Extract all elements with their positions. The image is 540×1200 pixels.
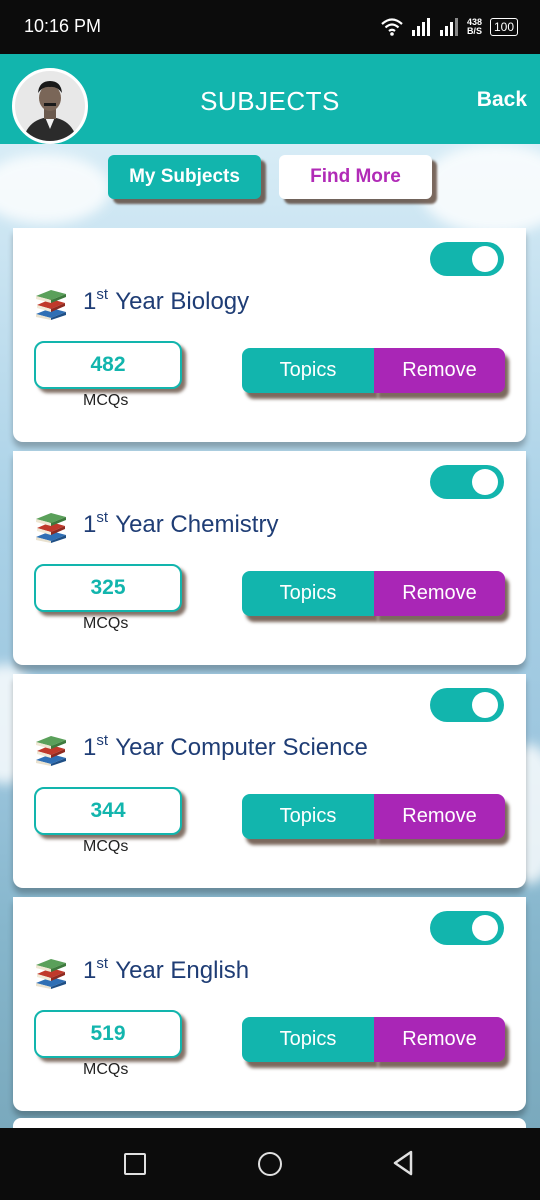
back-triangle-icon[interactable] <box>392 1150 414 1176</box>
app-header: SUBJECTS Back <box>0 54 540 144</box>
tab-find-more[interactable]: Find More <box>279 155 432 199</box>
subject-title: Year English <box>115 957 250 984</box>
system-nav-bar <box>0 1128 540 1200</box>
status-bar: 10:16 PM 438 B/S 100 <box>0 0 540 54</box>
subject-year-suffix: st <box>96 286 109 303</box>
topics-button[interactable]: Topics <box>242 571 374 616</box>
net-speed: 438 B/S <box>467 18 482 36</box>
status-time: 10:16 PM <box>24 16 102 36</box>
remove-button[interactable]: Remove <box>374 348 505 393</box>
signal-icon-2 <box>439 18 458 36</box>
topics-button[interactable]: Topics <box>242 348 374 393</box>
back-button[interactable]: Back <box>477 88 527 112</box>
subject-year: 1 <box>83 511 97 538</box>
mcq-count-badge: 325 <box>34 564 182 612</box>
subject-title: Year Chemistry <box>115 511 279 538</box>
remove-button[interactable]: Remove <box>374 1017 505 1062</box>
subject-name: 1st Year Biology <box>83 286 249 316</box>
mcq-count-badge: 344 <box>34 787 182 835</box>
toggle-knob <box>472 469 498 495</box>
books-icon <box>36 959 66 989</box>
toggle-knob <box>472 246 498 272</box>
subject-year-suffix: st <box>96 509 109 526</box>
signal-icon <box>411 18 430 36</box>
mcq-count-label: MCQs <box>83 392 129 409</box>
battery-icon: 100 <box>489 18 518 36</box>
mcq-count-label: MCQs <box>83 838 129 855</box>
subject-name: 1st Year Chemistry <box>83 509 278 539</box>
subject-toggle[interactable] <box>430 688 504 722</box>
recent-apps-icon[interactable] <box>124 1153 146 1175</box>
mcq-count-label: MCQs <box>83 1061 129 1078</box>
wifi-icon <box>381 18 403 36</box>
subject-title: Year Computer Science <box>115 734 368 761</box>
net-speed-unit: B/S <box>466 26 482 36</box>
books-icon <box>36 290 66 320</box>
subject-toggle[interactable] <box>430 242 504 276</box>
subject-name: 1st Year English <box>83 955 249 985</box>
topics-button[interactable]: Topics <box>242 794 374 839</box>
mcq-count-label: MCQs <box>83 615 129 632</box>
subject-card: 1st Year Computer Science 344 MCQs Topic… <box>13 674 526 888</box>
subject-card: 1st Year Chemistry 325 MCQs Topics Remov… <box>13 451 526 665</box>
subject-year: 1 <box>83 957 97 984</box>
subject-toggle[interactable] <box>430 911 504 945</box>
subject-card: 1st Year Biology 482 MCQs Topics Remove <box>13 228 526 442</box>
home-icon[interactable] <box>258 1152 282 1176</box>
status-icons: 438 B/S 100 <box>381 14 518 40</box>
topics-button[interactable]: Topics <box>242 1017 374 1062</box>
subject-year: 1 <box>83 288 97 315</box>
books-icon <box>36 736 66 766</box>
subject-card: 1st Year English 519 MCQs Topics Remove <box>13 897 526 1111</box>
subject-title: Year Biology <box>115 288 250 315</box>
mcq-count-badge: 519 <box>34 1010 182 1058</box>
remove-button[interactable]: Remove <box>374 794 505 839</box>
subject-year-suffix: st <box>96 955 109 972</box>
toggle-knob <box>472 692 498 718</box>
page-title: SUBJECTS <box>200 86 340 116</box>
battery-level: 100 <box>493 20 514 34</box>
tab-my-subjects[interactable]: My Subjects <box>108 155 261 199</box>
subject-name: 1st Year Computer Science <box>83 732 368 762</box>
subject-toggle[interactable] <box>430 465 504 499</box>
subject-year: 1 <box>83 734 97 761</box>
books-icon <box>36 513 66 543</box>
mcq-count-badge: 482 <box>34 341 182 389</box>
toggle-knob <box>472 915 498 941</box>
remove-button[interactable]: Remove <box>374 571 505 616</box>
subject-year-suffix: st <box>96 732 109 749</box>
